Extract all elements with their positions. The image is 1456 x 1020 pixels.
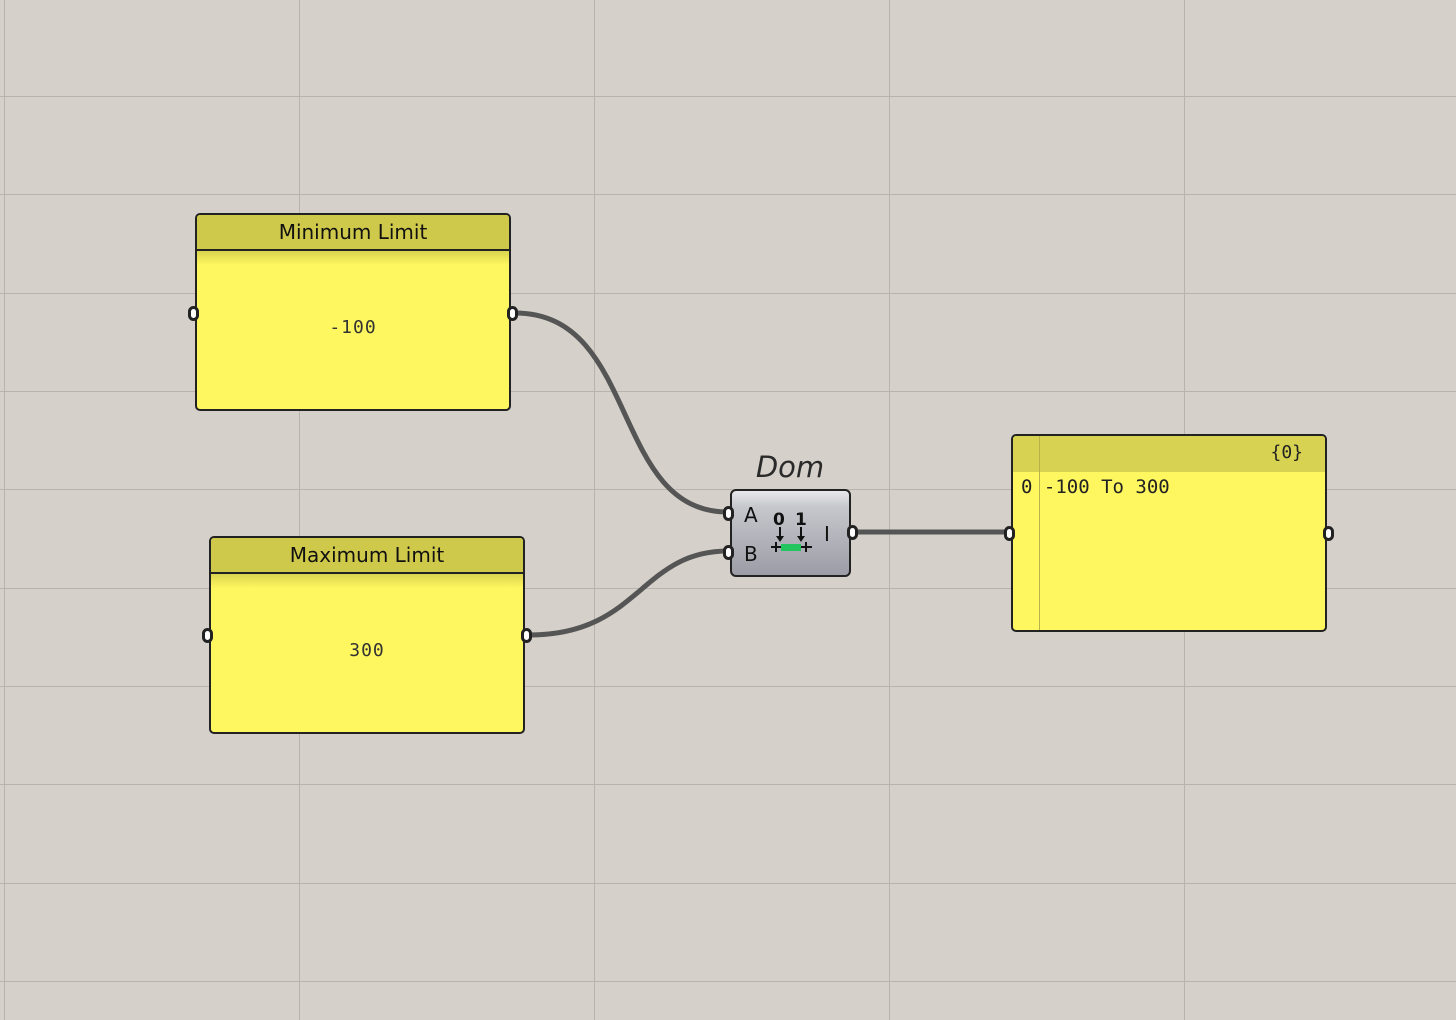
grasshopper-canvas[interactable]: Minimum Limit -100 Maximum Limit 300 Dom… <box>0 0 1456 1020</box>
wire-min-to-a[interactable] <box>514 310 729 515</box>
output-i-label[interactable]: I <box>824 522 830 546</box>
input-grip[interactable] <box>188 306 199 321</box>
row-index: 0 <box>1021 476 1033 498</box>
panel-shade <box>197 251 509 265</box>
output-panel[interactable]: {0} 0 -100 To 300 <box>1004 434 1334 632</box>
input-grip[interactable] <box>202 628 213 643</box>
wire-max-to-b[interactable] <box>528 548 729 638</box>
maximum-limit-panel[interactable]: Maximum Limit 300 <box>202 536 532 734</box>
panel-title: Minimum Limit <box>197 215 509 251</box>
domain-icon: 0 1 <box>771 510 812 552</box>
output-grip[interactable] <box>1323 526 1334 541</box>
panel-title: Maximum Limit <box>211 538 523 574</box>
row-value: -100 To 300 <box>1043 476 1170 498</box>
input-b-label[interactable]: B <box>744 542 758 566</box>
panel-value: 300 <box>349 640 385 661</box>
minimum-limit-panel[interactable]: Minimum Limit -100 <box>188 213 518 411</box>
panel-header: {0} <box>1013 436 1325 472</box>
output-grip[interactable] <box>521 628 532 643</box>
input-a-label[interactable]: A <box>744 503 758 527</box>
data-tree-path: {0} <box>1270 442 1303 463</box>
list-item: 0 -100 To 300 <box>1021 476 1170 498</box>
component-nickname: Dom <box>755 450 825 484</box>
output-i-grip[interactable] <box>847 525 858 540</box>
construct-domain-component[interactable]: A B I 0 1 <box>723 489 858 577</box>
panel-value: -100 <box>329 317 377 338</box>
index-divider <box>1039 436 1040 630</box>
input-a-grip[interactable] <box>723 506 734 521</box>
input-b-grip[interactable] <box>723 545 734 560</box>
panel-shade <box>211 574 523 588</box>
input-grip[interactable] <box>1004 526 1015 541</box>
output-grip[interactable] <box>507 306 518 321</box>
